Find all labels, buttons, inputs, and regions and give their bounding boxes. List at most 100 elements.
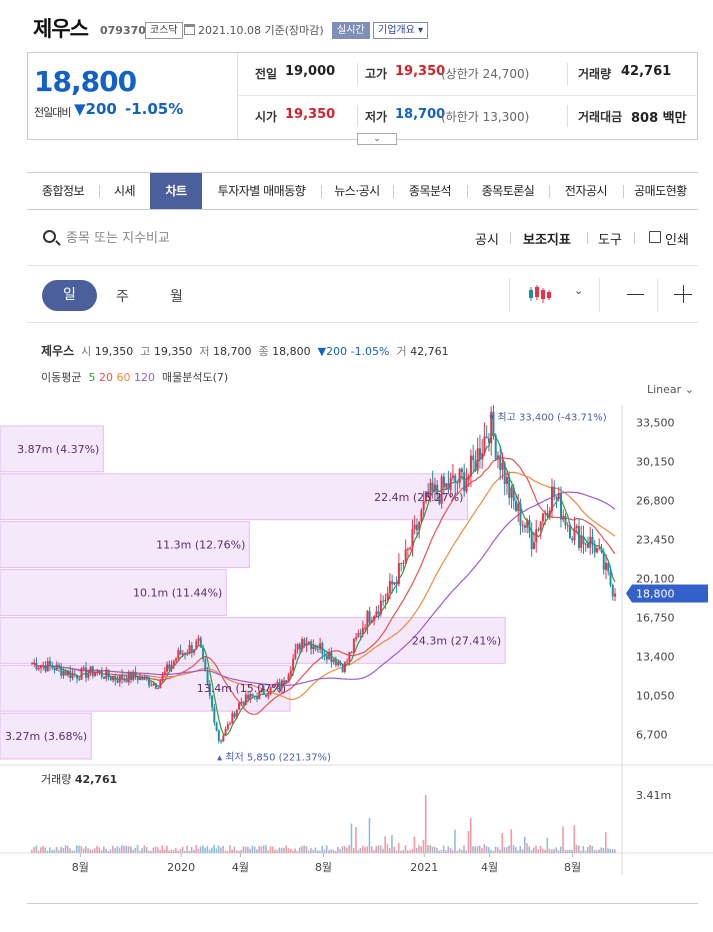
zoom-in-icon-stem[interactable]	[683, 285, 684, 303]
max-price-marker: ▾ 최고 33,400 (-43.71%)	[489, 412, 607, 424]
tab-analysis[interactable]: 종목분석	[393, 173, 467, 209]
volume-bar	[37, 850, 40, 853]
print-icon[interactable]	[649, 231, 661, 243]
volume-bar	[139, 850, 141, 853]
amount-label: 거래대금	[578, 110, 623, 124]
control-divider	[509, 278, 510, 312]
candle-body	[244, 694, 247, 705]
stock-tabs: 종합정보 시세 차트 투자자별 매매동향 뉴스·공시 종목분석 종목토론실 전자…	[27, 172, 698, 210]
volume-bar	[528, 846, 531, 853]
open-value: 19,350	[285, 107, 336, 122]
candle-body	[602, 551, 605, 570]
candle-body	[100, 671, 103, 677]
candle-body	[573, 527, 576, 541]
volume-bar	[555, 847, 558, 853]
volume-bar	[409, 850, 411, 853]
candle-body	[233, 713, 236, 718]
volume-bar	[553, 849, 555, 853]
volume-bar	[526, 843, 528, 853]
stock-name: 제우스	[33, 17, 89, 41]
tab-quote[interactable]: 시세	[99, 173, 150, 209]
candle-body	[384, 600, 387, 602]
volume-bar	[330, 849, 332, 853]
volume-bar	[566, 849, 569, 853]
compare-search-input[interactable]	[66, 228, 326, 248]
tab-short-selling[interactable]: 공매도현황	[623, 173, 698, 209]
print-button[interactable]: 인쇄	[665, 229, 689, 248]
candle-body	[330, 652, 333, 662]
cell-divider	[357, 63, 358, 85]
search-icon[interactable]	[43, 230, 56, 243]
volume-bar	[598, 849, 600, 853]
volume-bar	[388, 848, 391, 853]
scale-dropdown[interactable]: Linear ⌄	[647, 383, 694, 396]
volume-bar	[359, 847, 362, 853]
volume-bar	[386, 844, 389, 853]
period-day-button[interactable]: 일	[42, 280, 97, 311]
price-chart[interactable]: 33,500 30,150 26,800 23,450 20,100 16,750 13,4…	[0, 405, 713, 875]
chart-type-dropdown-icon[interactable]: ⌄	[574, 284, 583, 297]
candle-body	[456, 482, 459, 484]
volume-bar	[85, 846, 87, 853]
candle-body	[505, 476, 508, 485]
candle-body	[530, 532, 533, 550]
tools-button[interactable]: 도구	[598, 229, 622, 248]
tab-discussion[interactable]: 종목토론실	[467, 173, 549, 209]
candle-body	[298, 644, 301, 650]
volume-bar	[271, 846, 274, 853]
volume-bar	[589, 845, 591, 853]
candle-body	[235, 709, 238, 718]
candle-body	[175, 658, 178, 661]
candle-body	[73, 673, 76, 676]
volume-bar	[469, 818, 472, 853]
volume-bar	[64, 845, 67, 853]
volume-bar	[586, 847, 589, 853]
down-triangle-icon: ▼	[74, 100, 86, 118]
volume-bar	[40, 847, 42, 853]
candle-body	[103, 676, 106, 679]
volume-bar	[460, 849, 463, 853]
candle-body	[346, 661, 349, 663]
candle-body	[517, 503, 520, 511]
volume-bar	[195, 845, 197, 853]
candlestick-icon[interactable]	[528, 284, 552, 304]
candle-body	[134, 671, 137, 677]
candle-body	[195, 640, 198, 650]
expand-toggle-button[interactable]: ⌄	[357, 133, 397, 145]
volume-bar	[323, 849, 326, 853]
candle-body	[355, 637, 358, 640]
candle-body	[179, 650, 182, 655]
volume-bar	[49, 847, 51, 853]
disclosure-button[interactable]: 공시	[475, 229, 499, 248]
period-week-button[interactable]: 주	[116, 286, 129, 306]
zoom-out-icon[interactable]	[627, 294, 644, 295]
candle-body	[337, 661, 340, 666]
volume-bar	[188, 850, 191, 853]
tab-disclosure[interactable]: 전자공시	[549, 173, 623, 209]
tab-investor-trend[interactable]: 투자자별 매매동향	[202, 173, 321, 209]
volume-bar	[283, 847, 285, 853]
volume-bar	[350, 823, 353, 853]
volume-bar	[370, 846, 373, 853]
volume-bar	[80, 846, 83, 853]
candle-body	[53, 667, 56, 671]
x-tick-label: 8월	[315, 861, 332, 874]
period-month-button[interactable]: 월	[170, 286, 183, 306]
volume-bar	[136, 845, 139, 853]
tab-chart[interactable]: 차트	[150, 173, 202, 209]
volume-bar	[564, 850, 567, 853]
candle-body	[321, 643, 324, 655]
tab-news[interactable]: 뉴스·공시	[321, 173, 393, 209]
candle-body	[334, 659, 337, 666]
candle-body	[514, 500, 517, 511]
candle-body	[199, 638, 202, 648]
candle-body	[532, 542, 535, 550]
volume-bar	[303, 845, 305, 853]
indicator-button[interactable]: 보조지표	[523, 229, 571, 248]
tab-summary[interactable]: 종합정보	[27, 173, 99, 209]
volume-bar	[348, 845, 350, 853]
candle-body	[472, 455, 475, 461]
live-button[interactable]: 실시간	[332, 22, 370, 39]
volume-bar	[375, 846, 377, 853]
company-overview-button[interactable]: 기업개요 ▾	[373, 22, 429, 39]
